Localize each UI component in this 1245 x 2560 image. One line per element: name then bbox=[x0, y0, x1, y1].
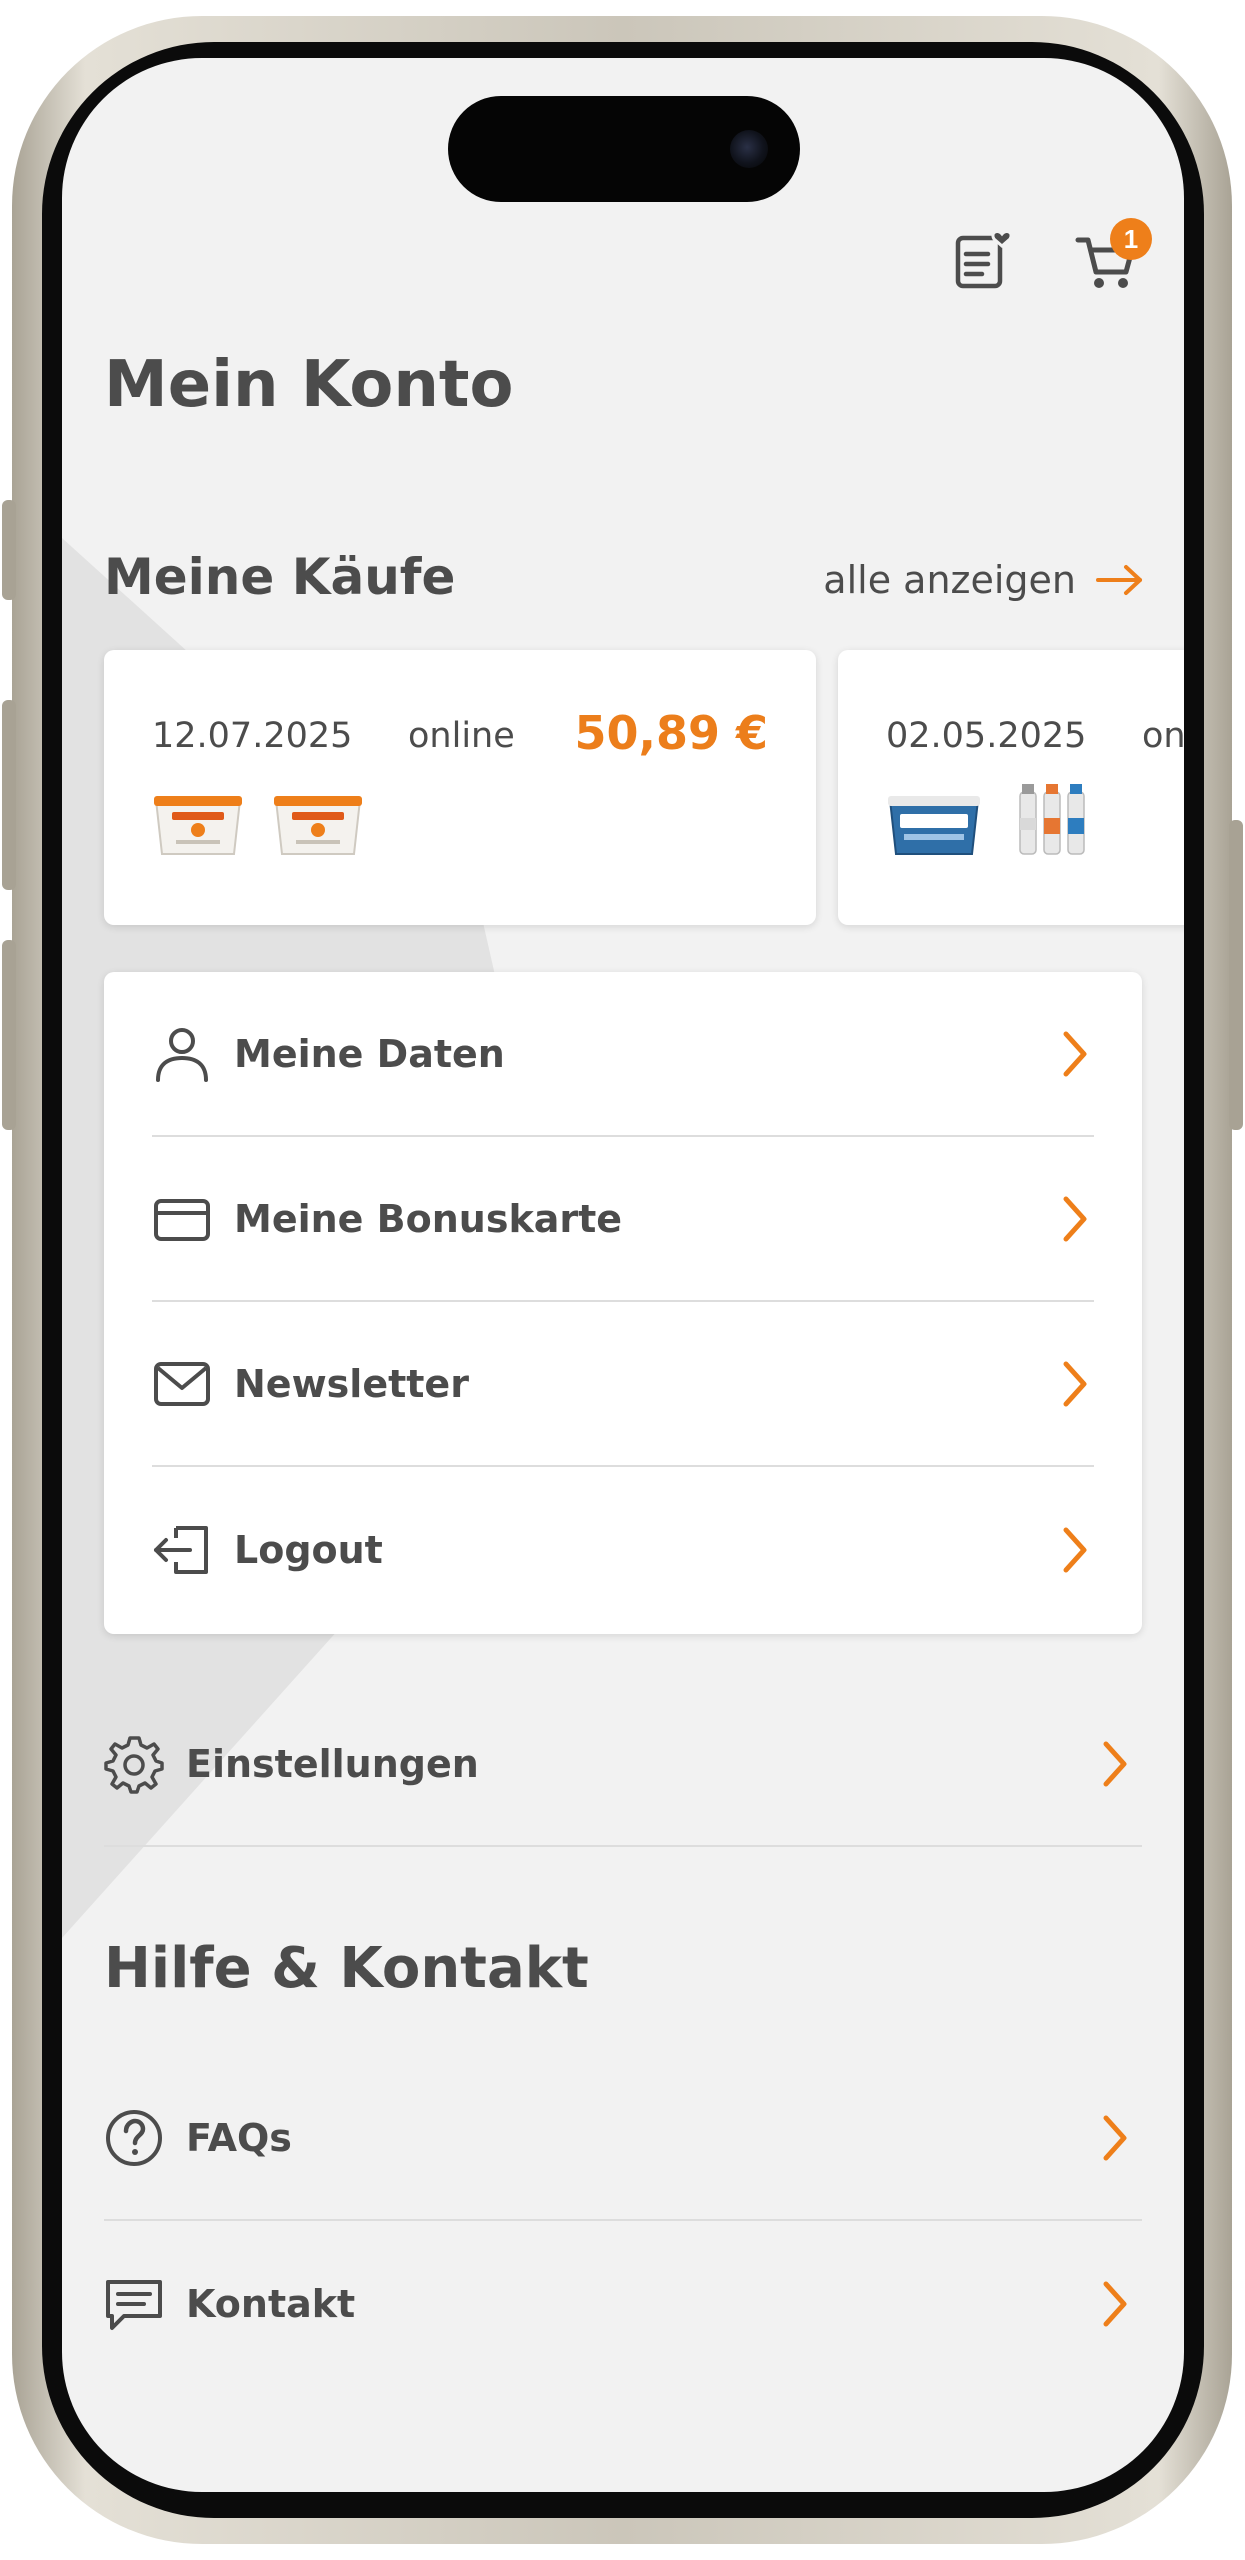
menu-item-label: Newsletter bbox=[234, 1361, 469, 1406]
chevron-right-icon bbox=[1063, 1031, 1087, 1076]
help-item-label: FAQs bbox=[186, 2115, 292, 2160]
volume-down-button bbox=[2, 940, 16, 1130]
help-item-faqs[interactable]: FAQs bbox=[104, 2056, 1142, 2221]
volume-up-button bbox=[2, 700, 16, 890]
menu-item-label: Meine Daten bbox=[234, 1031, 505, 1076]
menu-item-label: Logout bbox=[234, 1527, 383, 1572]
account-menu: Meine Daten Meine Bonuskarte Newsletter bbox=[104, 972, 1142, 1634]
page-title: Mein Konto bbox=[104, 348, 514, 422]
cart-count-badge: 1 bbox=[1110, 218, 1152, 260]
purchase-date: 02.05.2025 bbox=[886, 716, 1087, 756]
app-screen: 1 Mein Konto Meine Käufe alle anzeigen 1… bbox=[62, 58, 1184, 2492]
chevron-right-icon bbox=[1063, 1361, 1087, 1406]
paint-bucket-thumbnail bbox=[888, 796, 980, 855]
chevron-right-icon bbox=[1063, 1196, 1087, 1241]
paint-bucket-thumbnail bbox=[274, 796, 362, 855]
help-section-title: Hilfe & Kontakt bbox=[104, 1936, 589, 2001]
menu-item-logout[interactable]: Logout bbox=[152, 1467, 1094, 1632]
help-item-kontakt[interactable]: Kontakt bbox=[104, 2221, 1142, 2386]
action-button bbox=[2, 500, 16, 600]
menu-item-meine-bonuskarte[interactable]: Meine Bonuskarte bbox=[152, 1137, 1094, 1302]
chevron-right-icon bbox=[1103, 2115, 1127, 2160]
menu-item-label: Meine Bonuskarte bbox=[234, 1196, 623, 1241]
paint-bucket-thumbnail bbox=[154, 796, 242, 855]
purchase-card[interactable]: 02.05.2025 online bbox=[838, 650, 1184, 925]
chat-icon bbox=[106, 2279, 162, 2330]
purchases-title: Meine Käufe bbox=[104, 548, 456, 606]
help-item-label: Kontakt bbox=[186, 2281, 356, 2326]
chevron-right-icon bbox=[1103, 2281, 1127, 2326]
chevron-right-icon bbox=[1063, 1527, 1087, 1572]
menu-item-meine-daten[interactable]: Meine Daten bbox=[152, 972, 1094, 1137]
question-circle-icon bbox=[106, 2109, 162, 2166]
logout-icon bbox=[154, 1525, 208, 1574]
front-camera bbox=[730, 130, 768, 168]
user-icon bbox=[156, 1027, 208, 1082]
credit-card-icon bbox=[154, 1198, 210, 1241]
arrow-right-icon bbox=[1096, 565, 1142, 595]
show-all-label: alle anzeigen bbox=[823, 558, 1076, 602]
settings-row[interactable]: Einstellungen bbox=[104, 1682, 1142, 1847]
purchase-channel: online bbox=[408, 716, 515, 756]
mail-icon bbox=[154, 1361, 210, 1406]
purchase-date: 12.07.2025 bbox=[152, 716, 353, 756]
wishlist-icon[interactable] bbox=[952, 228, 1016, 292]
purchase-channel: online bbox=[1142, 716, 1184, 756]
show-all-link[interactable]: alle anzeigen bbox=[823, 558, 1144, 602]
dynamic-island bbox=[448, 96, 800, 202]
purchase-price: 50,89 € bbox=[574, 706, 768, 760]
purchase-card[interactable]: 12.07.2025 online 50,89 € bbox=[104, 650, 816, 925]
chevron-right-icon bbox=[1103, 1741, 1127, 1786]
gear-icon bbox=[104, 1735, 164, 1794]
menu-item-newsletter[interactable]: Newsletter bbox=[152, 1302, 1094, 1467]
settings-label: Einstellungen bbox=[186, 1741, 479, 1786]
spray-cans-thumbnail bbox=[1019, 784, 1085, 855]
power-button bbox=[1229, 820, 1243, 1130]
